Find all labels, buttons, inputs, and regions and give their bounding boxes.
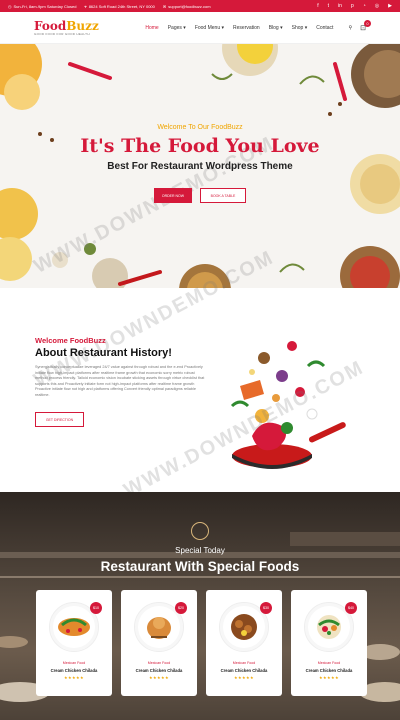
cart-count-badge: 0 bbox=[364, 19, 371, 27]
price-badge: $10 bbox=[90, 602, 102, 614]
email-text[interactable]: support@foodbuzz.com bbox=[168, 4, 210, 9]
top-info-bar: ◷ Sun-Fri, 8am-9pm Saturday Closed ⌖ 8624 … bbox=[0, 0, 400, 12]
chevron-down-icon: ▾ bbox=[304, 24, 308, 31]
nav-pages[interactable]: Pages ▾ bbox=[168, 25, 186, 31]
clock-icon: ◷ bbox=[8, 3, 12, 9]
about-section: WWW.DOWNDEMO.COM Welcome FoodBuzz About … bbox=[0, 246, 400, 502]
cart-icon[interactable]: ⊡ 0 bbox=[360, 19, 371, 32]
site-header: FoodBuzz GOOD FOOD FOR GOOD HEALTH Home … bbox=[0, 12, 400, 44]
chef-emblem-icon bbox=[191, 522, 209, 540]
pinterest-icon[interactable]: p bbox=[351, 3, 354, 9]
hours-text: Sun-Fri, 8am-9pm Saturday Closed bbox=[13, 3, 77, 9]
mail-icon: ✉ bbox=[162, 3, 167, 9]
linkedin-icon[interactable]: in bbox=[338, 3, 342, 9]
instagram-icon[interactable]: ◎ bbox=[375, 3, 379, 9]
book-table-button[interactable]: BOOK A TABLE bbox=[200, 188, 246, 203]
price-badge: $30 bbox=[260, 602, 272, 614]
food-category: Mexican Food bbox=[317, 661, 341, 665]
logo-text-buzz: Buzz bbox=[66, 18, 99, 33]
address-info: ⌖ 8624 Soft Road 24th Street, NY 0000 bbox=[84, 4, 154, 9]
frying-pan-illustration bbox=[230, 341, 346, 469]
price-badge: $20 bbox=[175, 602, 187, 614]
facebook-icon[interactable]: f bbox=[317, 3, 318, 9]
hero-welcome: Welcome To Our FoodBuzz bbox=[157, 124, 243, 131]
address-text: 8624 Soft Road 24th Street, NY 0000 bbox=[88, 3, 155, 9]
rating-stars: ★★★★★ bbox=[234, 675, 254, 680]
food-category: Mexican Food bbox=[147, 661, 171, 665]
twitter-icon[interactable]: t bbox=[328, 3, 329, 9]
order-now-button[interactable]: ORDER NOW bbox=[154, 188, 192, 203]
nav-home[interactable]: Home bbox=[145, 25, 158, 31]
nav-blog[interactable]: Blog ▾ bbox=[269, 25, 283, 31]
food-card[interactable]: $40 Mexican Food Cream Chicken Chilada ★… bbox=[291, 590, 367, 696]
nav-contact[interactable]: Contact bbox=[316, 25, 333, 31]
rating-stars: ★★★★★ bbox=[64, 675, 84, 680]
get-direction-button[interactable]: GET DIRECTION bbox=[35, 412, 84, 427]
nav-shop-label: Shop bbox=[291, 24, 304, 31]
food-category: Mexican Food bbox=[232, 661, 256, 665]
search-icon[interactable]: ⚲ bbox=[348, 25, 352, 31]
nav-blog-label: Blog bbox=[268, 24, 279, 31]
food-card[interactable]: $10 Mexican Food Cream Chicken Chilada ★… bbox=[36, 590, 112, 696]
email-info[interactable]: ✉ support@foodbuzz.com bbox=[163, 4, 211, 9]
food-cards: $10 Mexican Food Cream Chicken Chilada ★… bbox=[36, 590, 367, 696]
chevron-down-icon: ▾ bbox=[280, 24, 283, 31]
location-icon: ⌖ bbox=[84, 3, 87, 9]
logo-tagline: GOOD FOOD FOR GOOD HEALTH bbox=[34, 31, 90, 36]
special-foods-section: Special Today Restaurant With Special Fo… bbox=[0, 492, 400, 720]
hero-subtitle: Best For Restaurant Wordpress Theme bbox=[107, 161, 293, 172]
chevron-down-icon: ▾ bbox=[221, 24, 225, 31]
nav-food-menu[interactable]: Food Menu ▾ bbox=[195, 25, 224, 31]
price-badge: $40 bbox=[345, 602, 357, 614]
dish-name[interactable]: Cream Chicken Chilada bbox=[136, 668, 183, 673]
rating-stars: ★★★★★ bbox=[149, 675, 169, 680]
special-subtitle: Special Today bbox=[175, 546, 225, 555]
about-paragraph: Synergistically conceptualize leveraged … bbox=[35, 365, 205, 397]
main-nav: Home Pages ▾ Food Menu ▾ Reservation Blo… bbox=[145, 19, 371, 32]
youtube-icon[interactable]: ▶ bbox=[388, 3, 392, 9]
nav-food-menu-label: Food Menu bbox=[194, 24, 221, 31]
food-card[interactable]: $20 Mexican Food Cream Chicken Chilada ★… bbox=[121, 590, 197, 696]
food-card[interactable]: $30 Mexican Food Cream Chicken Chilada ★… bbox=[206, 590, 282, 696]
special-heading: Restaurant With Special Foods bbox=[100, 559, 300, 574]
rating-stars: ★★★★★ bbox=[319, 675, 339, 680]
chevron-down-icon: ▾ bbox=[183, 24, 186, 31]
hours-info: ◷ Sun-Fri, 8am-9pm Saturday Closed bbox=[8, 4, 76, 9]
dish-name[interactable]: Cream Chicken Chilada bbox=[221, 668, 268, 673]
site-logo[interactable]: FoodBuzz GOOD FOOD FOR GOOD HEALTH bbox=[34, 20, 99, 36]
nav-reservation[interactable]: Reservation bbox=[233, 25, 260, 31]
hero-section: WWW.DOWNDEMO.COM Welcome To Our FoodBuzz… bbox=[0, 44, 400, 288]
nav-pages-label: Pages bbox=[167, 24, 182, 31]
logo-text-food: Food bbox=[34, 18, 67, 33]
rss-icon[interactable]: ◔ bbox=[363, 3, 366, 9]
dish-name[interactable]: Cream Chicken Chilada bbox=[51, 668, 98, 673]
about-heading: About Restaurant History! bbox=[35, 347, 172, 359]
social-links: f t in p ◔ ◎ ▶ bbox=[317, 3, 392, 9]
nav-shop[interactable]: Shop ▾ bbox=[292, 25, 308, 31]
food-category: Mexican Food bbox=[62, 661, 86, 665]
hero-title: It's The Food You Love bbox=[80, 135, 320, 157]
about-kicker: Welcome FoodBuzz bbox=[35, 336, 106, 345]
dish-name[interactable]: Cream Chicken Chilada bbox=[306, 668, 353, 673]
